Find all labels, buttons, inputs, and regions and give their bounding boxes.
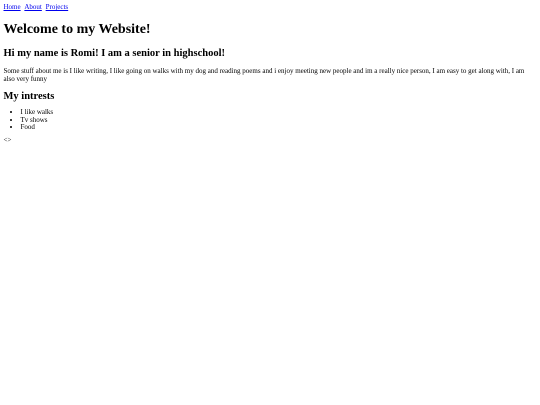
list-item: Tv shows [21, 116, 538, 125]
list-item: I like walks [21, 108, 538, 117]
nav-link-home[interactable]: Home [4, 3, 21, 11]
top-nav: Home About Projects [4, 3, 538, 11]
list-item: Food [21, 123, 538, 132]
interests-heading: My intrests [3, 91, 55, 102]
interests-list: I like walks Tv shows Food [4, 108, 538, 132]
intro-heading: Hi my name is Romi! I am a senior in hig… [3, 48, 225, 59]
stray-text: <> [3, 135, 12, 144]
page: Home About Projects Welcome to my Websit… [0, 0, 540, 144]
about-paragraph: Some stuff about me is I like writing, I… [3, 67, 525, 83]
nav-link-about[interactable]: About [24, 3, 42, 11]
page-title: Welcome to my Website! [3, 22, 151, 37]
nav-link-projects[interactable]: Projects [46, 3, 69, 11]
